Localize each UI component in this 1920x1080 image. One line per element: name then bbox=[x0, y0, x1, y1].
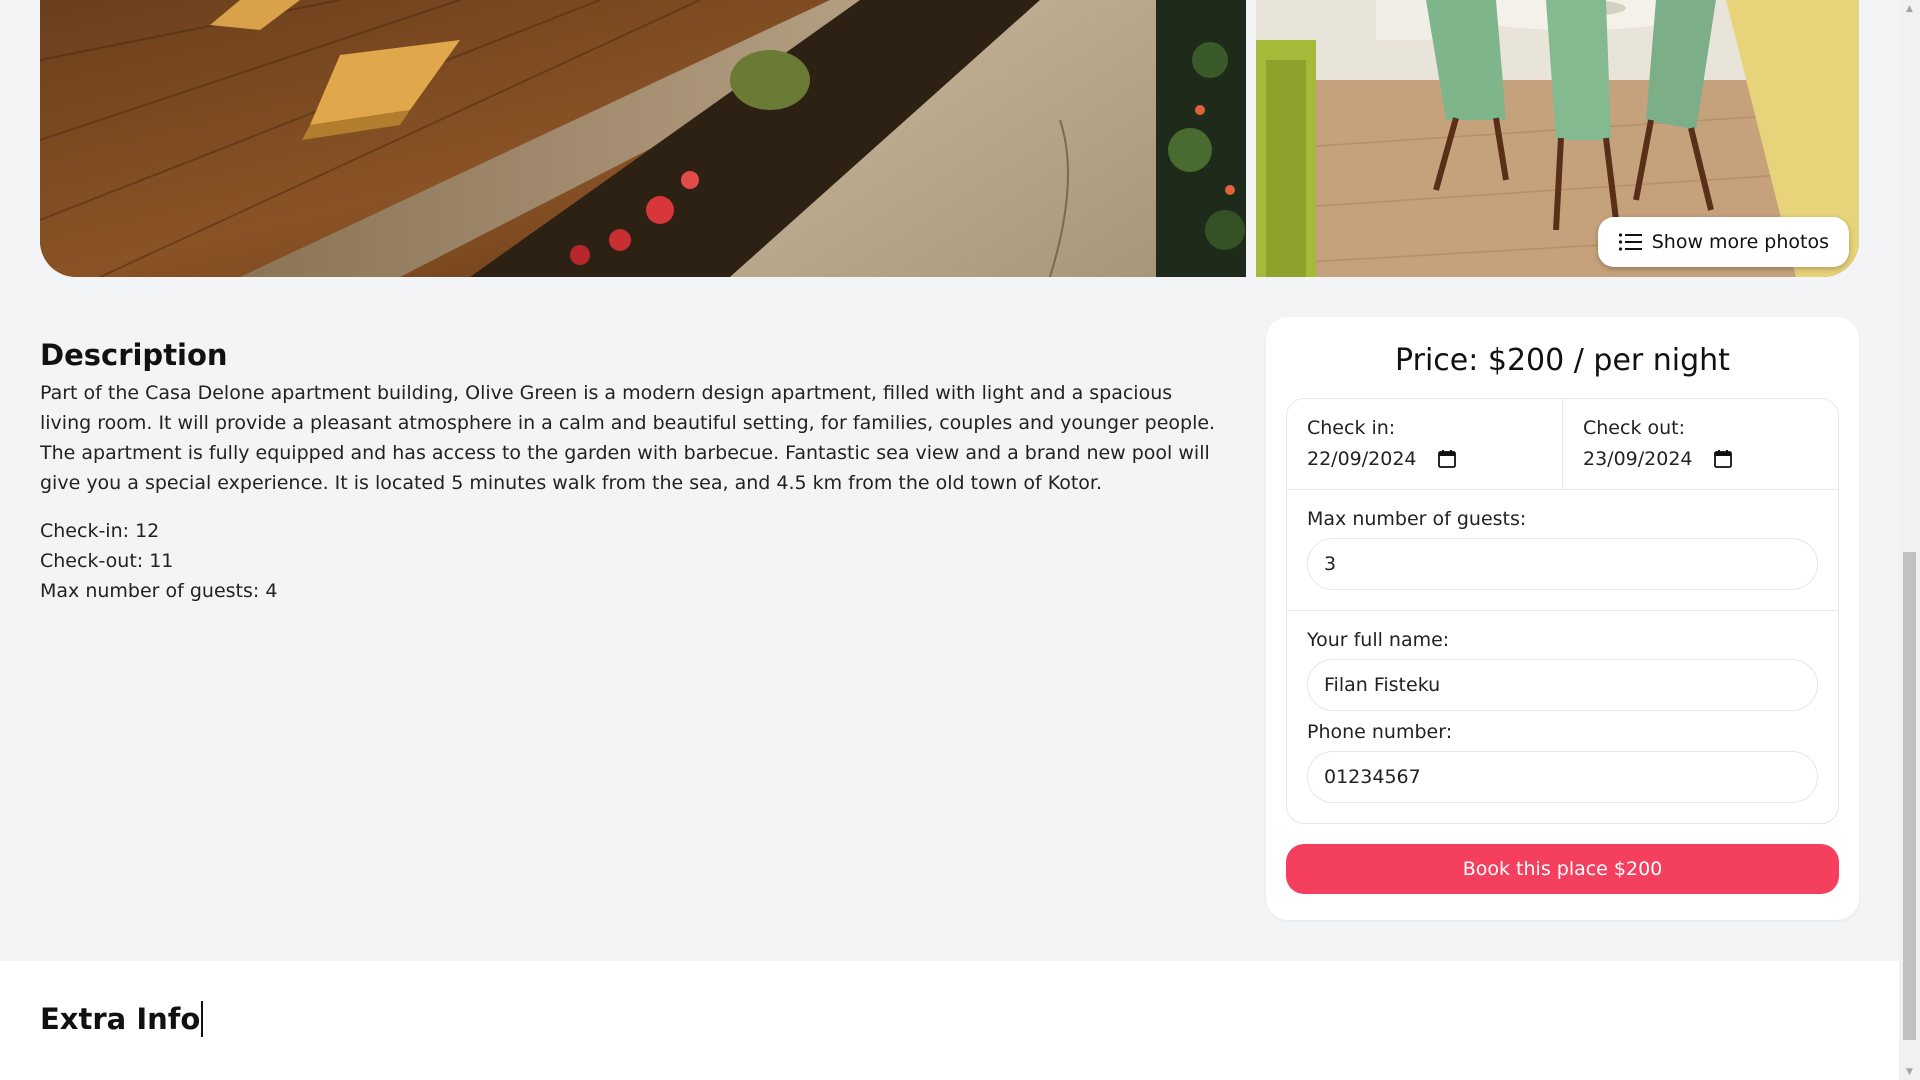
calendar-icon[interactable] bbox=[1713, 449, 1733, 469]
extra-info-section: Extra Info bbox=[0, 961, 1899, 1080]
phone-label: Phone number: bbox=[1307, 721, 1453, 743]
max-guests-info: Max number of guests: 4 bbox=[40, 580, 278, 602]
check-out-cell: Check out: 23/09/2024 bbox=[1562, 399, 1838, 489]
photo-gallery: Show more photos bbox=[40, 0, 1859, 277]
check-in-date-value: 22/09/2024 bbox=[1307, 448, 1417, 470]
check-out-date-value: 23/09/2024 bbox=[1583, 448, 1693, 470]
show-more-photos-button[interactable]: Show more photos bbox=[1597, 217, 1849, 267]
show-more-photos-label: Show more photos bbox=[1651, 231, 1829, 253]
description-heading: Description bbox=[40, 338, 228, 372]
check-in-time: Check-in: 12 bbox=[40, 520, 160, 542]
book-button[interactable]: Book this place $200 bbox=[1286, 844, 1839, 894]
full-name-label: Your full name: bbox=[1307, 629, 1450, 651]
calendar-icon[interactable] bbox=[1437, 449, 1457, 469]
booking-card: Price: $200 / per night Check in: 22/09/… bbox=[1266, 317, 1859, 920]
description-text: Part of the Casa Delone apartment buildi… bbox=[40, 382, 1216, 494]
check-in-date-input[interactable]: 22/09/2024 bbox=[1307, 445, 1542, 473]
main-photo-image bbox=[40, 0, 1246, 277]
description-section: Description Part of the Casa Delone apar… bbox=[40, 338, 1225, 606]
check-out-time: Check-out: 11 bbox=[40, 550, 174, 572]
check-out-label: Check out: bbox=[1583, 417, 1686, 439]
list-icon bbox=[1618, 233, 1642, 251]
check-in-cell: Check in: 22/09/2024 bbox=[1287, 399, 1562, 489]
side-photo[interactable]: Show more photos bbox=[1256, 0, 1859, 277]
full-name-input[interactable] bbox=[1307, 659, 1818, 711]
check-out-date-input[interactable]: 23/09/2024 bbox=[1583, 445, 1818, 473]
text-caret bbox=[201, 1001, 204, 1037]
price-per-night: Price: $200 / per night bbox=[1395, 343, 1730, 378]
extra-info-heading-text: Extra Info bbox=[40, 1002, 201, 1036]
guests-input[interactable] bbox=[1307, 538, 1818, 590]
facts-list: Check-in: 12 Check-out: 11 Max number of… bbox=[40, 516, 1225, 606]
phone-input[interactable] bbox=[1307, 751, 1818, 803]
scrollbar-thumb[interactable] bbox=[1903, 552, 1916, 1040]
guests-label: Max number of guests: bbox=[1307, 508, 1527, 530]
booking-form: Check in: 22/09/2024 Check out: 23/09/20… bbox=[1286, 398, 1839, 824]
scroll-up-arrow-icon[interactable]: ▲ bbox=[1899, 0, 1920, 17]
contact-block: Your full name: Phone number: bbox=[1287, 610, 1838, 823]
scroll-down-arrow-icon[interactable]: ▼ bbox=[1899, 1063, 1920, 1080]
main-photo[interactable] bbox=[40, 0, 1246, 277]
extra-info-heading[interactable]: Extra Info bbox=[40, 1001, 204, 1037]
guests-block: Max number of guests: bbox=[1287, 490, 1838, 610]
page: Show more photos Description Part of the… bbox=[0, 0, 1899, 1080]
check-in-label: Check in: bbox=[1307, 417, 1396, 439]
page-scrollbar[interactable]: ▲ ▼ bbox=[1899, 0, 1920, 1080]
date-range: Check in: 22/09/2024 Check out: 23/09/20… bbox=[1287, 399, 1838, 490]
